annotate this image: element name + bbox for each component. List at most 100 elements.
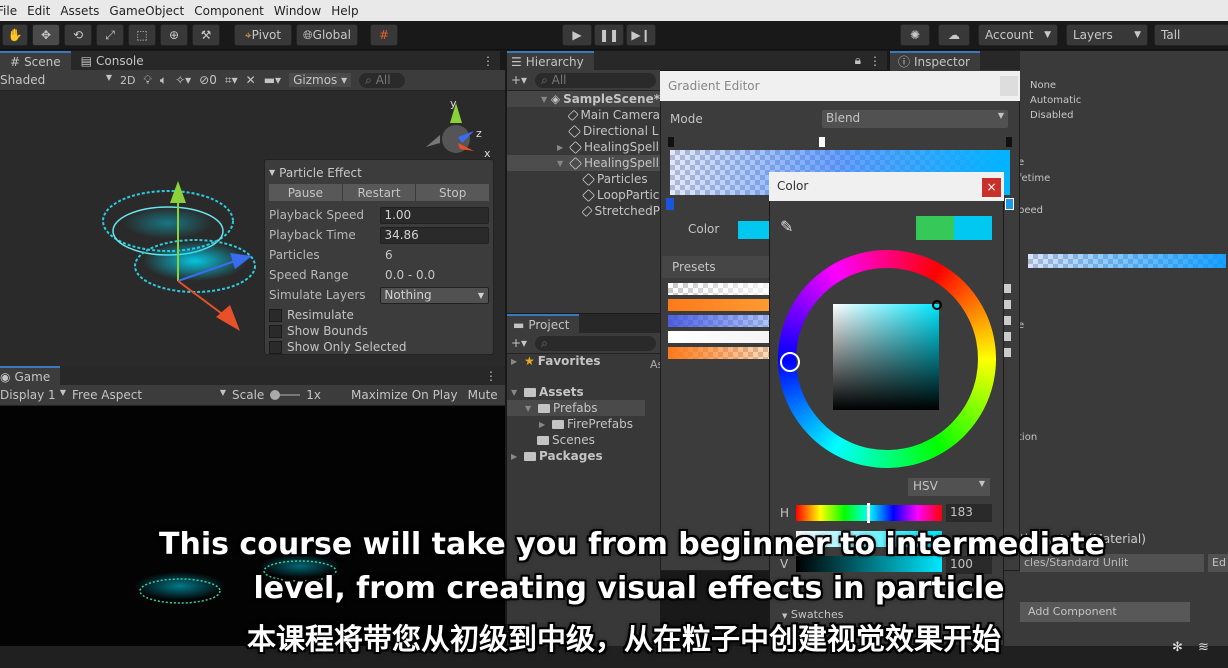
mode-dropdown[interactable]: Blend ▼ <box>822 110 1008 128</box>
list-item[interactable]: Particles <box>507 171 660 187</box>
scale-slider[interactable] <box>270 390 301 400</box>
play-button[interactable]: ▶ <box>562 24 592 46</box>
list-item[interactable]: ▶ HealingSpell <box>507 139 660 155</box>
tab-scene[interactable]: # Scene <box>0 51 71 70</box>
inspector-value[interactable]: Disabled <box>1030 108 1081 123</box>
stop-effect-button[interactable]: Stop <box>416 184 490 201</box>
menu-window[interactable]: Window <box>274 4 321 18</box>
hierarchy-search[interactable]: ⌕ All <box>535 72 656 88</box>
maximize-toggle[interactable]: Maximize On Play <box>351 388 458 402</box>
alpha-key-left[interactable] <box>668 137 674 147</box>
eyedropper-icon[interactable]: ✎ <box>780 217 793 236</box>
rect-tool-button[interactable]: ⬚ <box>128 24 156 46</box>
hand-tool-button[interactable]: ✋ <box>2 24 28 46</box>
close-button[interactable]: × <box>982 178 1001 197</box>
rotate-tool-button[interactable]: ⟲ <box>64 24 92 46</box>
create-dropdown[interactable]: +▾ <box>511 73 527 87</box>
playback-speed-field[interactable]: 1.00 <box>380 206 489 224</box>
mute-toggle[interactable]: Mute <box>468 388 498 402</box>
inspector-value[interactable]: Automatic <box>1030 93 1081 108</box>
preset-swatch[interactable] <box>668 315 770 327</box>
checkbox[interactable] <box>269 324 282 338</box>
titlebar-button[interactable] <box>1000 76 1018 96</box>
game-view[interactable] <box>0 406 505 646</box>
gradient-color-swatch[interactable] <box>738 221 770 239</box>
show-only-selected-row[interactable]: Show Only Selected <box>269 339 489 355</box>
project-search[interactable]: ⌕ <box>535 335 656 351</box>
preset-swatch[interactable] <box>668 331 770 343</box>
particle-effect-header[interactable]: ▼ Particle Effect <box>269 163 489 182</box>
list-item[interactable]: StretchedP <box>507 203 660 219</box>
resimulate-row[interactable]: Resimulate <box>269 307 489 323</box>
alpha-key-mid[interactable] <box>819 137 825 147</box>
hue-cursor[interactable] <box>780 352 800 372</box>
gizmos-dropdown[interactable]: Gizmos ▾ <box>289 73 352 87</box>
preset-swatch[interactable] <box>668 283 770 295</box>
tab-hierarchy[interactable]: ☰ Hierarchy <box>507 51 594 70</box>
preset-swatch[interactable] <box>668 347 770 359</box>
slider-thumb[interactable] <box>270 390 281 400</box>
alpha-key-right[interactable] <box>1006 137 1012 147</box>
menu-assets[interactable]: Assets <box>60 4 99 18</box>
grid-snap-button[interactable]: # <box>370 24 398 46</box>
playback-time-field[interactable]: 34.86 <box>380 226 489 244</box>
move-tool-button[interactable]: ✥ <box>32 24 60 46</box>
fx-icon[interactable]: ✧▾ <box>175 73 191 87</box>
audio-icon[interactable]: 🔈︎ <box>160 73 167 88</box>
custom-tool-button[interactable]: ⚒ <box>192 24 220 46</box>
collab-button[interactable]: ✺ <box>900 24 930 46</box>
camera-icon[interactable]: ▬▾ <box>264 73 281 87</box>
h-value-field[interactable]: 183 <box>946 504 992 522</box>
pause-button[interactable]: ❚❚ <box>594 24 624 46</box>
display-dropdown[interactable]: Display 1 ▼ <box>0 388 72 402</box>
grid-icon[interactable]: ⌗▾ <box>225 73 238 88</box>
pivot-toggle[interactable]: ⌖ Pivot <box>234 24 292 46</box>
list-item[interactable]: Directional L <box>507 123 660 139</box>
inspector-gradient-field[interactable] <box>1028 254 1226 268</box>
saturation-value-square[interactable] <box>833 304 939 410</box>
menu-edit[interactable]: Edit <box>27 4 50 18</box>
layout-dropdown[interactable]: Tall <box>1154 24 1228 46</box>
menu-gameobject[interactable]: GameObject <box>109 4 184 18</box>
menu-help[interactable]: Help <box>331 4 358 18</box>
scenes-item[interactable]: Scenes <box>507 432 660 448</box>
list-item[interactable]: ▼ ◈ SampleScene* <box>507 91 660 107</box>
tab-console[interactable]: ▤ Console <box>71 51 154 70</box>
tools-icon[interactable]: ✕ <box>246 73 256 87</box>
prefabs-item[interactable]: ▼ Prefabs <box>507 400 645 416</box>
assets-item[interactable]: ▼ Assets <box>507 384 660 400</box>
show-bounds-row[interactable]: Show Bounds <box>269 323 489 339</box>
favorites-item[interactable]: ▶ ★ Favorites <box>507 353 660 369</box>
cloud-button[interactable]: ☁ <box>938 24 970 46</box>
fireprefabs-item[interactable]: ▶ FirePrefabs <box>507 416 660 432</box>
restart-effect-button[interactable]: Restart <box>342 184 416 201</box>
list-item[interactable]: ▼ HealingSpell <box>507 155 660 171</box>
lock-icon[interactable]: 🔒︎ <box>855 53 869 68</box>
sv-cursor[interactable] <box>932 300 942 310</box>
tab-project[interactable]: ▬ Project <box>507 314 580 333</box>
inspector-value[interactable]: None <box>1030 78 1081 93</box>
scale-tool-button[interactable]: ⤢ <box>96 24 124 46</box>
slider-thumb[interactable] <box>867 503 870 523</box>
scene-search[interactable]: ⌕ All <box>359 72 406 88</box>
menu-component[interactable]: Component <box>194 4 264 18</box>
list-item[interactable]: LoopPartic <box>507 187 660 203</box>
list-item[interactable]: Main Camera <box>507 107 660 123</box>
shading-dropdown[interactable]: Shaded ▼ <box>0 73 112 87</box>
checkbox[interactable] <box>269 340 282 354</box>
create-dropdown[interactable]: +▾ <box>511 336 527 350</box>
menu-file[interactable]: File <box>0 4 17 18</box>
more-icon[interactable]: ⋮ <box>869 54 887 68</box>
preset-swatch[interactable] <box>668 299 770 311</box>
light-icon[interactable]: 💡︎ <box>143 73 151 88</box>
layers-dropdown[interactable]: Layers ▼ <box>1066 24 1148 46</box>
color-model-dropdown[interactable]: HSV ▼ <box>908 478 990 496</box>
checkbox[interactable] <box>269 308 282 322</box>
tab-inspector[interactable]: ⓘ Inspector <box>890 51 980 70</box>
gradient-editor-titlebar[interactable]: Gradient Editor <box>660 71 1020 101</box>
step-button[interactable]: ▶❙ <box>626 24 656 46</box>
color-key-left[interactable] <box>666 198 674 210</box>
visibility-icon[interactable]: ⊘0 <box>199 73 217 87</box>
transform-tool-button[interactable]: ⊕ <box>160 24 188 46</box>
account-dropdown[interactable]: Account ▼ <box>978 24 1058 46</box>
